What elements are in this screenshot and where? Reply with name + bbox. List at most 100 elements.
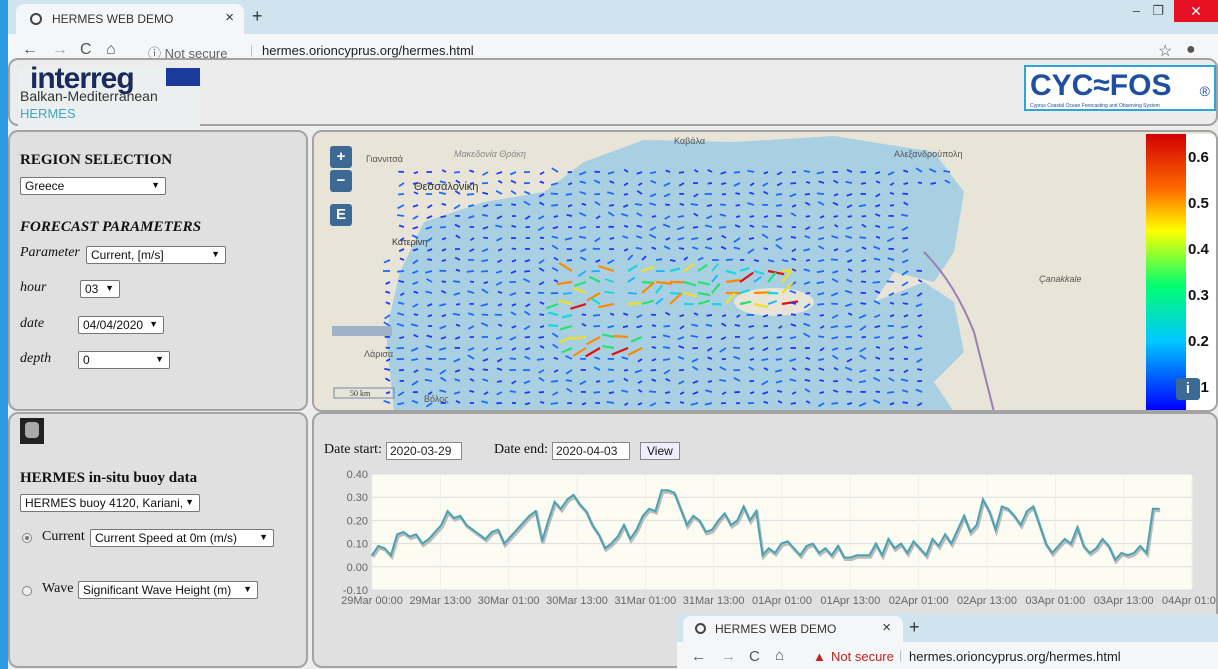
wave-select-value: Significant Wave Height (m): [83, 583, 232, 597]
current-arrow: [607, 368, 615, 371]
current-arrow: [608, 204, 615, 207]
second-browser-tab[interactable]: HERMES WEB DEMO ×: [683, 616, 903, 642]
back-icon[interactable]: ←: [22, 41, 38, 59]
date-select[interactable]: 04/04/2020 ▼: [78, 316, 164, 334]
current-arrow: [524, 391, 531, 394]
depth-select-value: 0: [83, 353, 90, 367]
data-point: [868, 554, 871, 556]
x-tick-label: 31Mar 13:00: [683, 595, 745, 607]
data-point: [723, 512, 726, 515]
current-arrow: [427, 258, 433, 261]
current-arrow: [887, 391, 895, 394]
x-tick-label: 29Mar 13:00: [409, 595, 471, 607]
current-arrow: [566, 214, 573, 217]
region-select[interactable]: Greece ▼: [20, 177, 166, 195]
current-arrow: [902, 302, 909, 305]
data-point: [862, 554, 864, 556]
buoy-select[interactable]: HERMES buoy 4120, Kariani, ▼: [20, 494, 200, 512]
legend-label: 0.4: [1188, 241, 1210, 258]
place-label: Γιαννιτσά: [366, 154, 403, 164]
current-arrow: [648, 390, 657, 393]
current-select[interactable]: Current Speed at 0m (m/s) ▼: [90, 529, 274, 547]
current-arrow: [725, 258, 733, 261]
cycofos-logo[interactable]: CYC≈FOS ® Cyprus Coastal Ocean Forecasti…: [1024, 65, 1216, 111]
current-arrow: [917, 181, 923, 184]
current-arrow: [425, 368, 433, 371]
minimize-button[interactable]: –: [1133, 3, 1140, 18]
current-arrow: [721, 193, 727, 196]
data-point: [843, 556, 846, 559]
extent-button[interactable]: E: [330, 204, 352, 226]
date-start-input[interactable]: 2020-03-29: [386, 442, 462, 460]
reload-icon[interactable]: C: [749, 648, 760, 665]
current-arrow: [903, 182, 909, 185]
current-arrow: [803, 312, 811, 316]
current-arrow: [593, 391, 601, 394]
current-arrow: [550, 192, 559, 195]
data-point: [956, 528, 959, 531]
current-arrow: [889, 191, 895, 195]
data-point: [994, 528, 997, 531]
current-arrow: [622, 325, 629, 329]
current-arrow: [509, 357, 517, 360]
data-point: [774, 552, 776, 554]
forecast-map[interactable]: Καβάλα Μακεδονία Θράκη Θεσσαλονίκη Αλεξα…: [314, 132, 1218, 412]
parameter-select[interactable]: Current, [m/s] ▼: [86, 246, 226, 264]
wave-radio[interactable]: [22, 586, 32, 596]
hour-select[interactable]: 03 ▼: [80, 280, 120, 298]
current-arrow: [539, 325, 545, 329]
url-text[interactable]: hermes.orioncyprus.org/hermes.html: [909, 649, 1121, 664]
restore-button[interactable]: ❐: [1152, 3, 1164, 19]
data-point: [635, 528, 638, 531]
date-end-input[interactable]: 2020-04-03: [552, 442, 630, 460]
x-tick-label: 30Mar 01:00: [478, 595, 540, 607]
current-arrow: [665, 203, 671, 206]
registered-mark: ®: [1199, 83, 1210, 99]
view-button[interactable]: View: [640, 442, 680, 460]
buoy-panel: HERMES in-situ buoy data HERMES buoy 412…: [8, 412, 308, 668]
y-tick-label: 0.20: [347, 515, 368, 527]
chevron-down-icon: ▼: [185, 497, 194, 507]
info-button[interactable]: i: [1176, 378, 1200, 400]
current-arrow: [790, 402, 797, 405]
home-icon[interactable]: ⌂: [775, 647, 784, 664]
current-arrow: [662, 358, 671, 361]
url-text[interactable]: hermes.orioncyprus.org/hermes.html: [262, 43, 474, 58]
zoom-out-button[interactable]: −: [330, 170, 352, 192]
current-arrow: [847, 215, 853, 218]
new-tab-button[interactable]: +: [909, 617, 920, 638]
current-arrow: [831, 402, 839, 405]
current-arrow: [609, 237, 615, 240]
tab-close-icon[interactable]: ×: [225, 9, 234, 26]
close-window-button[interactable]: ✕: [1174, 0, 1218, 22]
data-point: [711, 528, 713, 531]
current-arrow: [845, 181, 853, 184]
current-arrow: [677, 215, 685, 218]
zoom-in-button[interactable]: +: [330, 146, 352, 168]
reload-icon[interactable]: C: [80, 41, 92, 59]
new-tab-button[interactable]: +: [252, 6, 263, 27]
date-select-value: 04/04/2020: [83, 318, 144, 332]
current-radio[interactable]: [22, 533, 32, 543]
legend-label: 0.2: [1188, 333, 1209, 350]
data-point: [705, 531, 707, 533]
data-point: [849, 556, 852, 559]
current-arrow: [775, 358, 783, 361]
depth-select[interactable]: 0 ▼: [78, 351, 170, 369]
current-arrow: [424, 378, 433, 382]
current-arrow: [481, 259, 489, 263]
current-arrow: [819, 314, 825, 317]
back-icon[interactable]: ←: [691, 648, 706, 665]
data-point: [925, 554, 927, 556]
buoy-thumbnail[interactable]: [20, 418, 44, 444]
home-icon[interactable]: ⌂: [106, 41, 116, 59]
data-point: [931, 538, 934, 540]
profile-icon[interactable]: ●: [1186, 41, 1196, 59]
wave-select[interactable]: Significant Wave Height (m) ▼: [78, 581, 258, 599]
current-arrow: [496, 380, 503, 383]
browser-tab[interactable]: HERMES WEB DEMO ×: [16, 4, 244, 34]
data-point: [950, 542, 953, 545]
tab-close-icon[interactable]: ×: [882, 619, 891, 636]
forward-icon[interactable]: →: [721, 648, 736, 665]
forward-icon[interactable]: →: [52, 41, 68, 59]
